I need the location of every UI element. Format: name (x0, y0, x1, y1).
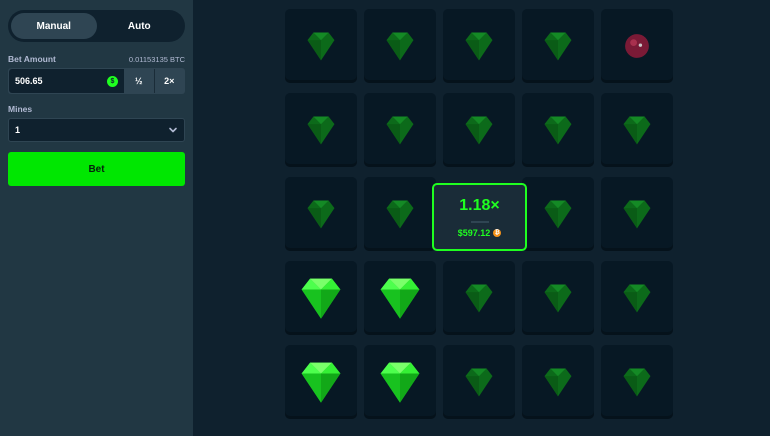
tile-4-4[interactable] (601, 345, 673, 419)
bet-button[interactable]: Bet (8, 152, 185, 186)
double-bet-button[interactable]: 2× (155, 69, 185, 93)
gem-icon (620, 282, 654, 314)
gem-icon (296, 359, 346, 405)
mode-toggle: Manual Auto (8, 10, 185, 42)
tile-2-0[interactable] (285, 177, 357, 251)
gem-icon (375, 275, 425, 321)
bet-amount-header: Bet Amount 0.01153135 BTC (8, 54, 185, 64)
bet-amount-input[interactable]: 506.65 $ (9, 69, 124, 93)
mines-header: Mines (8, 104, 185, 114)
tile-0-3[interactable] (522, 9, 594, 83)
tile-1-4[interactable] (601, 93, 673, 167)
tile-2-1[interactable] (364, 177, 436, 251)
tile-3-2[interactable] (443, 261, 515, 335)
half-bet-button[interactable]: ½ (124, 69, 155, 93)
tile-1-3[interactable] (522, 93, 594, 167)
gem-icon (462, 366, 496, 398)
tile-3-4[interactable] (601, 261, 673, 335)
gem-icon (304, 30, 338, 62)
gem-icon (541, 282, 575, 314)
gem-icon (304, 114, 338, 146)
mine-icon (620, 29, 654, 63)
bet-amount-label: Bet Amount (8, 54, 56, 64)
gem-icon (620, 366, 654, 398)
gem-icon (620, 114, 654, 146)
chevron-down-icon (169, 127, 177, 133)
bet-amount-value: 506.65 (15, 76, 43, 86)
tab-auto[interactable]: Auto (97, 13, 183, 39)
btc-coin-icon: ₿ (493, 228, 502, 237)
mines-value: 1 (15, 125, 21, 135)
tile-4-3[interactable] (522, 345, 594, 419)
gem-icon (462, 30, 496, 62)
gem-icon (462, 282, 496, 314)
gem-icon (541, 114, 575, 146)
bet-sidebar: Manual Auto Bet Amount 0.01153135 BTC 50… (0, 0, 193, 436)
gem-icon (296, 275, 346, 321)
tile-4-1[interactable] (364, 345, 436, 419)
tile-0-2[interactable] (443, 9, 515, 83)
tile-3-1[interactable] (364, 261, 436, 335)
bet-amount-row: 506.65 $ ½ 2× (8, 68, 185, 94)
dollar-coin-icon: $ (107, 75, 118, 87)
gem-icon (541, 366, 575, 398)
tile-4-0[interactable] (285, 345, 357, 419)
gem-icon (375, 359, 425, 405)
tile-1-2[interactable] (443, 93, 515, 167)
tile-1-1[interactable] (364, 93, 436, 167)
tile-0-0[interactable] (285, 9, 357, 83)
tile-4-2[interactable] (443, 345, 515, 419)
tile-0-4[interactable] (601, 9, 673, 83)
tile-2-4[interactable] (601, 177, 673, 251)
tile-2-3[interactable] (522, 177, 594, 251)
tile-3-0[interactable] (285, 261, 357, 335)
mines-label: Mines (8, 104, 33, 114)
gem-icon (541, 30, 575, 62)
gem-icon (304, 198, 338, 230)
gem-icon (383, 30, 417, 62)
gem-icon (383, 198, 417, 230)
multiplier-divider (470, 220, 489, 223)
tile-3-3[interactable] (522, 261, 594, 335)
mines-select[interactable]: 1 (8, 118, 185, 142)
gem-icon (541, 198, 575, 230)
gem-icon (383, 114, 417, 146)
bet-amount-crypto: 0.01153135 BTC (128, 54, 185, 64)
gem-icon (462, 114, 496, 146)
gem-icon (620, 198, 654, 230)
tile-0-1[interactable] (364, 9, 436, 83)
tile-1-0[interactable] (285, 93, 357, 167)
multiplier-amount: $597.12 (457, 227, 491, 238)
tab-manual[interactable]: Manual (11, 13, 97, 39)
multiplier-value: 1.18× (459, 196, 500, 214)
multiplier-amount-row: $597.12 ₿ (458, 228, 502, 238)
multiplier-card: 1.18× $597.12 ₿ (432, 183, 527, 251)
